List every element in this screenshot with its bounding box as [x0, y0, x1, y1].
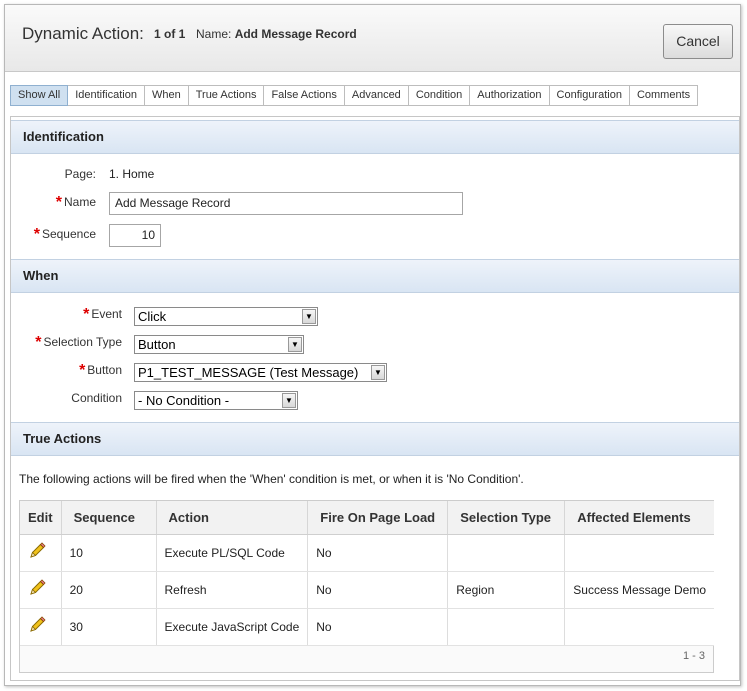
required-icon: *	[79, 362, 86, 379]
column-header-fire-on-page-load[interactable]: Fire On Page Load	[307, 501, 449, 535]
tab-show-all[interactable]: Show All	[10, 85, 69, 106]
true-actions-table: Edit Sequence Action Fire On Page Load S…	[20, 501, 714, 646]
name-label: * Name	[55, 194, 96, 211]
table-header-row: Edit Sequence Action Fire On Page Load S…	[20, 501, 714, 535]
chevron-down-icon: ▼	[282, 393, 296, 408]
table-row: 30 Execute JavaScript Code No	[20, 608, 714, 646]
chevron-down-icon: ▼	[302, 309, 316, 324]
page-label: Page:	[64, 167, 96, 181]
tab-false-actions[interactable]: False Actions	[264, 85, 345, 106]
condition-select[interactable]: - No Condition - ▼	[134, 391, 298, 410]
event-label: * Event	[83, 306, 122, 323]
edit-cell	[20, 608, 62, 646]
action-cell: Execute JavaScript Code	[156, 608, 309, 646]
sequence-cell: 10	[61, 534, 157, 572]
selection-type-cell	[447, 534, 566, 572]
selection-type-cell: Region	[447, 571, 566, 609]
table-row: 10 Execute PL/SQL Code No	[20, 534, 714, 572]
pagination-label: 1 - 3	[682, 650, 705, 662]
table-row: 20 Refresh No Region Success Message Dem…	[20, 571, 714, 609]
column-header-affected-elements[interactable]: Affected Elements	[564, 501, 714, 535]
fire-on-load-cell: No	[307, 571, 449, 609]
edit-cell	[20, 571, 62, 609]
name-field[interactable]: Add Message Record	[109, 192, 463, 215]
condition-label: Condition	[71, 391, 122, 405]
chevron-down-icon: ▼	[288, 337, 302, 352]
required-icon: *	[83, 306, 90, 323]
tab-when[interactable]: When	[144, 85, 189, 106]
tab-true-actions[interactable]: True Actions	[188, 85, 265, 106]
record-count: 1 of 1	[154, 27, 186, 41]
sequence-label: * Sequence	[33, 226, 96, 243]
sequence-field[interactable]: 10	[109, 224, 161, 247]
cancel-button[interactable]: Cancel	[663, 24, 733, 59]
dialog-title: Dynamic Action:	[22, 24, 144, 43]
event-select[interactable]: Click ▼	[134, 307, 318, 326]
tab-comments[interactable]: Comments	[629, 85, 699, 106]
sequence-cell: 30	[61, 608, 157, 646]
dialog-header: Dynamic Action: 1 of 1 Name: Add Message…	[5, 5, 740, 72]
column-header-action[interactable]: Action	[156, 501, 309, 535]
true-actions-heading: True Actions	[11, 422, 739, 456]
record-name: Name: Add Message Record	[196, 27, 357, 41]
action-cell: Execute PL/SQL Code	[156, 534, 309, 572]
button-label: * Button	[79, 362, 122, 379]
required-icon: *	[55, 194, 62, 211]
pencil-icon[interactable]	[28, 616, 46, 634]
tab-condition[interactable]: Condition	[408, 85, 471, 106]
column-header-sequence[interactable]: Sequence	[61, 501, 157, 535]
column-header-edit[interactable]: Edit	[20, 501, 62, 535]
column-header-selection-type[interactable]: Selection Type	[447, 501, 566, 535]
edit-cell	[20, 534, 62, 572]
form-content: Identification Page: 1. Home * Name Add M…	[10, 116, 740, 681]
chevron-down-icon: ▼	[371, 365, 385, 380]
section-tabs: Show All Identification When True Action…	[10, 85, 699, 107]
required-icon: *	[35, 334, 42, 351]
affected-elements-cell: Success Message Demo	[564, 571, 714, 609]
selection-type-cell	[447, 608, 566, 646]
page-value: 1. Home	[109, 167, 155, 181]
affected-elements-cell	[564, 534, 714, 572]
action-cell: Refresh	[156, 571, 309, 609]
button-select[interactable]: P1_TEST_MESSAGE (Test Message) ▼	[134, 363, 387, 382]
required-icon: *	[33, 226, 40, 243]
record-name-value: Add Message Record	[234, 27, 357, 41]
fire-on-load-cell: No	[307, 608, 449, 646]
affected-elements-cell	[564, 608, 714, 646]
tab-identification[interactable]: Identification	[68, 85, 145, 106]
identification-heading: Identification	[11, 120, 739, 154]
record-name-label: Name:	[196, 27, 232, 41]
fire-on-load-cell: No	[307, 534, 449, 572]
pencil-icon[interactable]	[28, 542, 46, 560]
when-heading: When	[11, 259, 739, 293]
tab-configuration[interactable]: Configuration	[549, 85, 630, 106]
pencil-icon[interactable]	[28, 579, 46, 597]
tab-advanced[interactable]: Advanced	[344, 85, 409, 106]
true-actions-description: The following actions will be fired when…	[19, 472, 524, 486]
dialog-frame: Dynamic Action: 1 of 1 Name: Add Message…	[4, 4, 741, 686]
sequence-cell: 20	[61, 571, 157, 609]
true-actions-report: Edit Sequence Action Fire On Page Load S…	[19, 500, 714, 673]
tab-authorization[interactable]: Authorization	[470, 85, 550, 106]
selection-type-label: * Selection Type	[35, 334, 122, 351]
selection-type-select[interactable]: Button ▼	[134, 335, 304, 354]
